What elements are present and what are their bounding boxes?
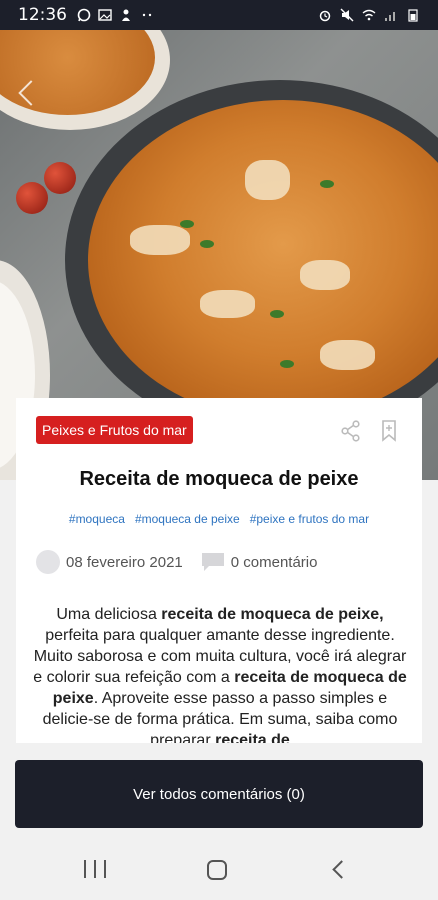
comment-count[interactable]: 0 comentário [231, 554, 318, 571]
wifi-icon [362, 8, 376, 22]
alarm-icon [318, 8, 332, 22]
herb [180, 220, 194, 228]
back-icon[interactable] [332, 860, 351, 879]
bookmark-icon[interactable] [381, 420, 397, 442]
fish-piece [300, 260, 350, 290]
body-bold: receita de moqueca de peixe, [161, 606, 384, 623]
notification-icon [119, 8, 133, 22]
author-avatar [36, 550, 60, 574]
battery-icon [406, 8, 420, 22]
fish-piece [320, 340, 375, 370]
fish-piece [130, 225, 190, 255]
publish-date: 08 fevereiro 2021 [66, 553, 183, 571]
navigation-bar [0, 840, 438, 900]
tag-link[interactable]: #peixe e frutos do mar [250, 512, 369, 526]
whatsapp-icon [77, 8, 91, 22]
status-time: 12:36 [18, 5, 67, 25]
cherry-tomato [44, 162, 76, 194]
image-icon [98, 8, 112, 22]
home-icon[interactable] [207, 860, 227, 880]
mute-icon [340, 8, 354, 22]
article-meta: 08 fevereiro 2021 0 comentário [36, 550, 317, 574]
share-icon[interactable] [341, 420, 361, 442]
status-icons-right [318, 8, 420, 22]
tag-list: #moqueca #moqueca de peixe #peixe e frut… [16, 512, 422, 526]
recent-apps-icon[interactable] [84, 860, 106, 880]
herb [280, 360, 294, 368]
comment-icon[interactable] [201, 552, 225, 572]
body-text: Uma deliciosa [56, 606, 162, 623]
status-bar: 12:36 [0, 0, 438, 30]
signal-icon [384, 8, 398, 22]
status-icons-left [77, 8, 154, 22]
fish-piece [200, 290, 255, 318]
cherry-tomato [16, 182, 48, 214]
fish-piece [245, 160, 290, 200]
tag-link[interactable]: #moqueca de peixe [135, 512, 240, 526]
more-dots-icon [140, 8, 154, 22]
article-card: Peixes e Frutos do mar Receita de moquec… [16, 398, 422, 743]
all-comments-button[interactable]: Ver todos comentários (0) [15, 760, 423, 828]
article-title: Receita de moqueca de peixe [79, 468, 359, 490]
body-bold: receita de [215, 732, 290, 743]
herb [200, 240, 214, 248]
herb [270, 310, 284, 318]
article-body: Uma deliciosa receita de moqueca de peix… [28, 604, 412, 743]
category-badge[interactable]: Peixes e Frutos do mar [36, 416, 193, 444]
tag-link[interactable]: #moqueca [69, 512, 125, 526]
herb [320, 180, 334, 188]
